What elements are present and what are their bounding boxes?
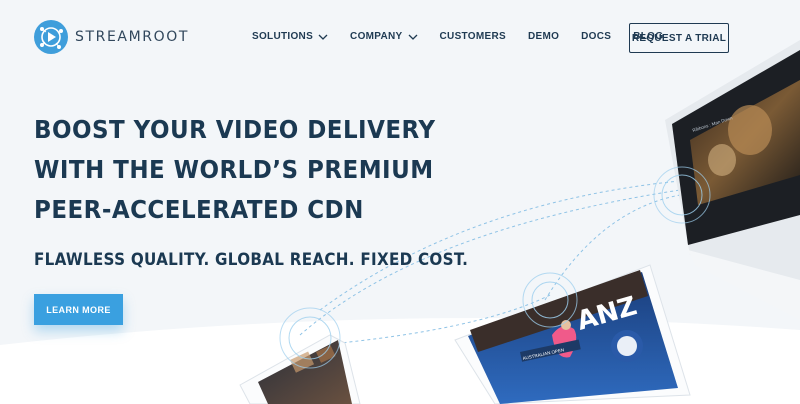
hero-headline: BOOST YOUR VIDEO DELIVERY WITH THE WORLD…: [34, 110, 436, 230]
headline-line: PEER-ACCELERATED CDN: [34, 195, 364, 224]
nav-item-docs[interactable]: DOCS: [581, 31, 611, 42]
laptop-device: Ribbons : Man Down: [665, 40, 800, 320]
request-trial-button[interactable]: REQUEST A TRIAL: [629, 23, 729, 53]
hero-subhead: FLAWLESS QUALITY. GLOBAL REACH. FIXED CO…: [34, 250, 469, 269]
brand-name: STREAMROOT: [75, 29, 189, 45]
learn-more-button[interactable]: LEARN MORE: [34, 294, 123, 325]
nav-item-label: DEMO: [527, 31, 560, 42]
nav-item-label: SOLUTIONS: [252, 31, 314, 42]
main-nav: SOLUTIONS COMPANY CUSTOMERS DEMO DOCS BL…: [252, 31, 685, 42]
nav-item-label: CUSTOMERS: [439, 31, 506, 42]
brand-logo[interactable]: STREAMROOT: [34, 20, 189, 54]
headline-line: WITH THE WORLD’S PREMIUM: [34, 155, 434, 184]
nav-item-company[interactable]: COMPANY: [350, 31, 417, 42]
nav-item-solutions[interactable]: SOLUTIONS: [252, 31, 328, 42]
chevron-down-icon: [408, 34, 417, 40]
headline-line: BOOST YOUR VIDEO DELIVERY: [34, 115, 436, 144]
nav-item-customers[interactable]: CUSTOMERS: [440, 31, 506, 42]
nav-item-demo[interactable]: DEMO: [528, 31, 559, 42]
chevron-down-icon: [318, 34, 328, 40]
logo-icon: [34, 20, 68, 54]
nav-item-label: COMPANY: [350, 31, 403, 42]
nav-item-label: DOCS: [581, 31, 612, 42]
page: Ribbons : Man Down ANZ AUSTRALIAN OPEN S…: [0, 0, 800, 404]
